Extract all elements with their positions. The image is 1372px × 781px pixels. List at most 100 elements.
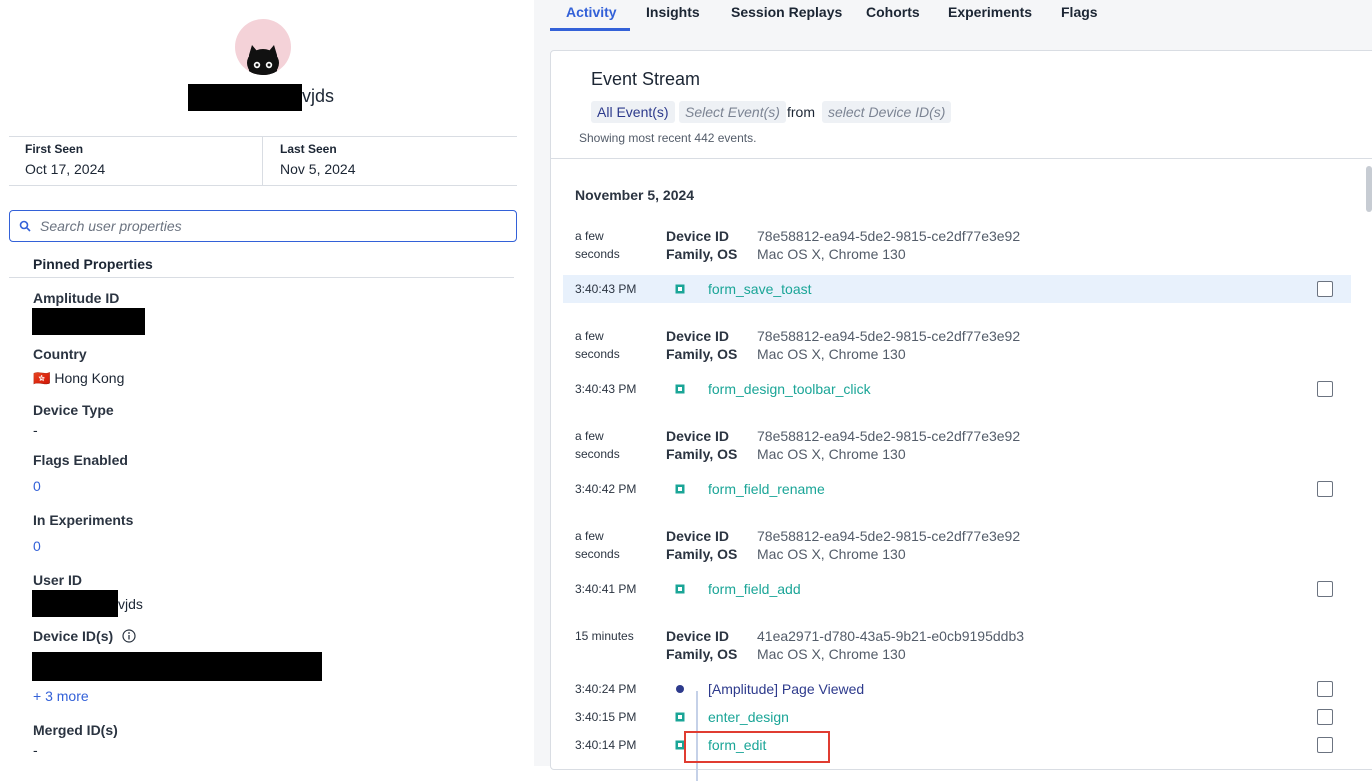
country-name: Hong Kong (54, 370, 125, 386)
first-seen: First Seen Oct 17, 2024 (9, 137, 263, 185)
family-os-label: Family, OS (666, 646, 738, 662)
redacted-amplitude-id (32, 308, 145, 335)
event-row[interactable]: 3:40:15 PM enter_design (563, 703, 1351, 731)
event-name[interactable]: form_field_add (708, 581, 801, 597)
device-type-value: - (33, 422, 38, 438)
event-row[interactable]: 3:40:24 PM [Amplitude] Page Viewed (563, 675, 1351, 703)
event-checkbox[interactable] (1317, 581, 1333, 597)
session-time-ago: a few seconds (575, 329, 620, 361)
event-stream-panel: Event Stream All Event(s) Select Event(s… (550, 50, 1372, 781)
session-time-ago: a few seconds (575, 429, 620, 461)
family-os-value: Mac OS X, Chrome 130 (757, 546, 906, 562)
family-os-value: Mac OS X, Chrome 130 (757, 246, 906, 262)
user-properties-search[interactable] (9, 210, 517, 242)
redacted-device-ids (32, 652, 322, 681)
user-profile-panel: vjds First Seen Oct 17, 2024 Last Seen N… (0, 0, 534, 766)
events-count-text: Showing most recent 442 events. (579, 131, 757, 145)
device-id-value: 78e58812-ea94-5de2-9815-ce2df77e3e92 (757, 228, 1021, 244)
date-header: November 5, 2024 (575, 187, 695, 203)
country-label: Country (33, 346, 87, 362)
session-time-ago: 15 minutes (575, 629, 634, 643)
merged-ids-value: - (33, 742, 38, 758)
custom-event-icon (675, 484, 685, 494)
page-viewed-dot-icon (676, 685, 684, 693)
event-checkbox[interactable] (1317, 737, 1333, 753)
scrollbar[interactable] (1366, 166, 1372, 212)
more-device-ids-link[interactable]: + 3 more (33, 688, 89, 704)
device-ids-label: Device ID(s) (33, 628, 114, 644)
event-time: 3:40:42 PM (575, 482, 637, 496)
event-row[interactable]: 3:40:14 PM form_edit (563, 731, 1351, 759)
event-name[interactable]: form_save_toast (708, 281, 812, 297)
family-os-label: Family, OS (666, 246, 738, 262)
device-id-value: 78e58812-ea94-5de2-9815-ce2df77e3e92 (757, 528, 1021, 544)
tab-experiments[interactable]: Experiments (948, 4, 1032, 20)
tab-activity[interactable]: Activity (566, 4, 617, 20)
event-time: 3:40:15 PM (575, 710, 637, 724)
device-id-label: Device ID (666, 228, 730, 244)
tab-bar: Activity Insights Session Replays Cohort… (534, 0, 1372, 31)
event-row[interactable]: 3:40:41 PM form_field_add (563, 575, 1351, 603)
event-time: 3:40:43 PM (575, 282, 637, 296)
device-id-label: Device ID (666, 428, 730, 444)
device-id-label: Device ID (666, 528, 730, 544)
custom-event-icon (675, 284, 685, 294)
tab-cohorts[interactable]: Cohorts (866, 4, 920, 20)
select-events-dropdown[interactable]: Select Event(s) (679, 101, 786, 123)
username-suffix: vjds (302, 86, 335, 106)
event-name[interactable]: form_field_rename (708, 481, 825, 497)
device-id-value: 41ea2971-d780-43a5-9b21-e0cb9195ddb3 (757, 628, 1025, 644)
event-time: 3:40:43 PM (575, 382, 637, 396)
merged-ids-label: Merged ID(s) (33, 722, 118, 738)
pinned-properties-title: Pinned Properties (33, 256, 153, 272)
event-row[interactable]: 3:40:43 PM form_design_toolbar_click (563, 375, 1351, 403)
device-id-label: Device ID (666, 628, 730, 644)
user-id-suffix: vjds (118, 596, 143, 612)
custom-event-icon (675, 712, 685, 722)
family-os-value: Mac OS X, Chrome 130 (757, 446, 906, 462)
event-stream-title: Event Stream (591, 69, 701, 89)
info-icon[interactable] (122, 629, 136, 643)
event-checkbox[interactable] (1317, 681, 1333, 697)
hong-kong-flag-icon: 🇭🇰 (33, 370, 51, 386)
tab-insights[interactable]: Insights (646, 4, 700, 20)
device-id-value: 78e58812-ea94-5de2-9815-ce2df77e3e92 (757, 328, 1021, 344)
family-os-value: Mac OS X, Chrome 130 (757, 646, 906, 662)
select-device-dropdown[interactable]: select Device ID(s) (822, 101, 952, 123)
search-icon (19, 220, 31, 232)
event-time: 3:40:24 PM (575, 682, 637, 696)
search-input[interactable] (40, 216, 500, 236)
session-time-ago: a few seconds (575, 529, 620, 561)
user-id-label: User ID (33, 572, 83, 588)
in-experiments-link[interactable]: 0 (33, 538, 41, 554)
flags-enabled-link[interactable]: 0 (33, 478, 41, 494)
all-events-chip[interactable]: All Event(s) (591, 101, 675, 123)
event-name[interactable]: enter_design (708, 709, 789, 725)
in-experiments-label: In Experiments (33, 512, 134, 528)
seen-dates: First Seen Oct 17, 2024 Last Seen Nov 5,… (9, 136, 517, 186)
tab-flags[interactable]: Flags (1061, 4, 1098, 20)
last-seen-label: Last Seen (280, 142, 337, 156)
user-avatar (235, 19, 291, 75)
device-type-label: Device Type (33, 402, 114, 418)
event-checkbox[interactable] (1317, 481, 1333, 497)
event-row[interactable]: 3:40:43 PM form_save_toast (563, 275, 1351, 303)
highlight-box (684, 731, 830, 763)
redacted-username (188, 84, 302, 111)
event-name[interactable]: [Amplitude] Page Viewed (708, 681, 864, 697)
event-row[interactable]: 3:40:42 PM form_field_rename (563, 475, 1351, 503)
first-seen-label: First Seen (25, 142, 84, 156)
event-checkbox[interactable] (1317, 281, 1333, 297)
cat-avatar-icon (247, 45, 279, 75)
divider (9, 277, 514, 278)
event-checkbox[interactable] (1317, 709, 1333, 725)
event-time: 3:40:14 PM (575, 738, 637, 752)
tab-session-replays[interactable]: Session Replays (731, 4, 842, 20)
custom-event-icon (675, 584, 685, 594)
event-checkbox[interactable] (1317, 381, 1333, 397)
device-id-label: Device ID (666, 328, 730, 344)
active-tab-indicator (550, 28, 630, 31)
custom-event-icon (675, 384, 685, 394)
first-seen-value: Oct 17, 2024 (25, 161, 106, 177)
event-name[interactable]: form_design_toolbar_click (708, 381, 871, 397)
